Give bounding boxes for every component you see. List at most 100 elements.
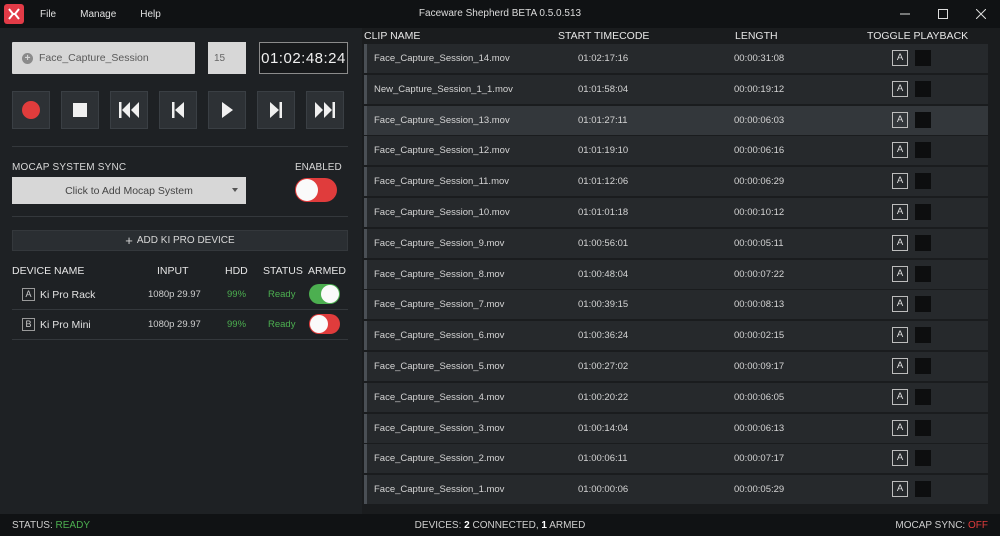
playback-b-button[interactable] [915,388,931,405]
clip-row[interactable]: Face_Capture_Session_7.mov 01:00:39:15 00:… [364,290,988,320]
clip-name: Face_Capture_Session_5.mov [374,361,505,372]
playback-b-button[interactable] [915,142,931,159]
playback-b-button[interactable] [915,265,931,282]
playback-a-button[interactable]: A [892,80,908,97]
take-number-input[interactable]: 15 [208,42,246,74]
clip-name: Face_Capture_Session_4.mov [374,391,505,403]
col-hdd: HDD [225,265,248,277]
step-forward-icon [270,102,282,118]
divider [12,216,348,217]
add-session-icon[interactable]: + [22,52,33,64]
clip-length: 00:00:06:29 [734,176,785,188]
clip-length: 00:00:06:05 [734,391,785,403]
playback-a-button[interactable]: A [892,142,908,159]
clip-name: Face_Capture_Session_10.mov [374,207,510,218]
clip-length: 00:00:07:22 [734,268,785,280]
add-ki-pro-device-button[interactable]: + ADD KI PRO DEVICE [12,230,348,251]
clip-start-timecode: 01:00:36:24 [578,330,629,342]
playback-a-button[interactable]: A [892,358,908,374]
playback-b-button[interactable] [915,327,931,344]
clip-row[interactable]: Face_Capture_Session_9.mov 01:00:56:01 00:… [364,228,988,258]
playback-b-button[interactable] [915,450,931,467]
clip-row[interactable]: Face_Capture_Session_11.mov 01:01:12:06 00… [364,167,988,197]
clip-length: 00:00:08:13 [734,299,785,311]
playback-b-button[interactable] [915,204,931,220]
clip-row[interactable]: Face_Capture_Session_8.mov 01:00:48:04 00:… [364,259,988,289]
clip-row[interactable]: Face_Capture_Session_1.mov 01:00:00:06 00:… [364,475,988,505]
clip-row[interactable]: Face_Capture_Session_14.mov 01:02:17:16 00… [364,44,988,73]
window-controls [886,0,1000,28]
clip-table-header: CLIP NAME START TIMECODE LENGTH TOGGLE P… [362,28,1000,44]
plus-icon: + [125,232,133,248]
playback-a-button[interactable]: A [892,111,908,128]
playback-a-button[interactable]: A [892,234,908,251]
scrollbar[interactable] [990,44,998,514]
clip-row[interactable]: Face_Capture_Session_10.mov 01:01:01:18 00… [364,198,988,227]
toggle-knob [321,285,339,303]
previous-button[interactable] [159,91,197,129]
armed-toggle[interactable] [309,314,340,334]
close-button[interactable] [962,0,1000,28]
device-table-header: DEVICE NAME INPUT HDD STATUS ARMED [12,265,348,279]
faceware-logo-icon [4,4,24,24]
clip-row[interactable]: Face_Capture_Session_3.mov 01:00:14:04 00:… [364,413,988,443]
playback-b-button[interactable] [915,111,931,128]
clip-row[interactable]: Face_Capture_Session_13.mov 01:01:27:11 00… [364,105,988,135]
menu-manage[interactable]: Manage [80,9,116,20]
device-row[interactable]: A Ki Pro Rack 1080p 29.97 99% Ready [12,280,348,310]
play-button[interactable] [208,91,246,129]
clip-row[interactable]: Face_Capture_Session_12.mov 01:01:19:10 00… [364,136,988,166]
clip-length: 00:00:05:29 [734,484,785,496]
playback-b-button[interactable] [915,80,931,97]
rewind-start-button[interactable] [110,91,148,129]
record-button[interactable] [12,91,50,129]
playback-a-button[interactable]: A [892,296,908,313]
playback-a-button[interactable]: A [892,419,908,436]
control-panel: + Face_Capture_Session 15 01:02:48:24 MO… [0,28,360,514]
mocap-system-dropdown[interactable]: Click to Add Mocap System [12,177,246,204]
minimize-button[interactable] [886,0,924,28]
armed-toggle[interactable] [309,284,340,304]
device-badge: A [22,288,35,301]
stop-button[interactable] [61,91,99,129]
session-name-input[interactable]: + Face_Capture_Session [12,42,195,74]
playback-b-button[interactable] [915,419,931,436]
device-hdd: 99% [227,319,247,330]
clip-start-timecode: 01:00:00:06 [578,484,629,496]
clip-length: 00:00:06:03 [734,114,785,126]
menu-bar: File Manage Help [40,0,185,28]
clip-row[interactable]: Face_Capture_Session_4.mov 01:00:20:22 00:… [364,382,988,412]
menu-file[interactable]: File [40,9,56,20]
playback-a-button[interactable]: A [892,450,908,467]
playback-b-button[interactable] [915,50,931,66]
playback-a-button[interactable]: A [892,481,908,498]
playback-b-button[interactable] [915,234,931,251]
playback-a-button[interactable]: A [892,204,908,220]
playback-a-button[interactable]: A [892,388,908,405]
next-button[interactable] [257,91,295,129]
clip-name: Face_Capture_Session_14.mov [374,53,510,64]
playback-b-button[interactable] [915,296,931,313]
device-name: Ki Pro Mini [40,319,91,331]
maximize-button[interactable] [924,0,962,28]
playback-b-button[interactable] [915,173,931,190]
playback-a-button[interactable]: A [892,327,908,344]
clip-row[interactable]: Face_Capture_Session_5.mov 01:00:27:02 00:… [364,352,988,381]
toggle-knob [296,179,318,201]
device-summary: DEVICES: 2 CONNECTED, 1 ARMED [0,520,1000,531]
mocap-enabled-toggle[interactable] [295,178,337,202]
playback-a-button[interactable]: A [892,173,908,190]
stop-icon [73,103,87,117]
device-status: Ready [268,289,296,300]
playback-a-button[interactable]: A [892,50,908,66]
clip-start-timecode: 01:01:12:06 [578,176,629,188]
menu-help[interactable]: Help [140,9,161,20]
playback-b-button[interactable] [915,358,931,374]
clip-row[interactable]: Face_Capture_Session_2.mov 01:00:06:11 00:… [364,444,988,474]
skip-end-button[interactable] [306,91,344,129]
device-row[interactable]: B Ki Pro Mini 1080p 29.97 99% Ready [12,310,348,340]
playback-a-button[interactable]: A [892,265,908,282]
clip-row[interactable]: Face_Capture_Session_6.mov 01:00:36:24 00:… [364,321,988,351]
clip-row[interactable]: New_Capture_Session_1_1.mov 01:01:58:04 00… [364,74,988,104]
playback-b-button[interactable] [915,481,931,498]
